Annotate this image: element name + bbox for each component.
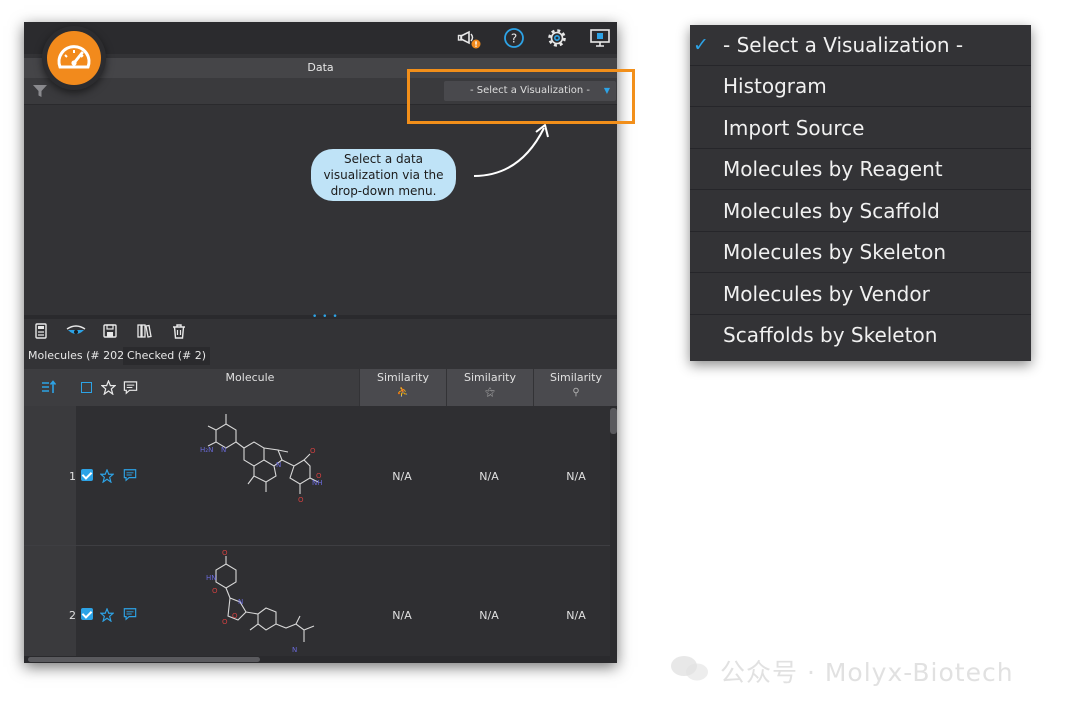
- filter-icon[interactable]: [32, 84, 48, 98]
- row-checkbox[interactable]: [81, 469, 93, 481]
- svg-text:O: O: [222, 549, 228, 557]
- watermark-text: 公众号 · Molyx-Biotech: [720, 658, 1014, 687]
- menu-item-label: Molecules by Vendor: [723, 282, 930, 306]
- scrollbar-thumb[interactable]: [28, 657, 260, 662]
- save-icon[interactable]: [102, 323, 118, 339]
- menu-item-molecules-by-skeleton[interactable]: Molecules by Skeleton: [690, 232, 1031, 273]
- tooltip-line: visualization via the: [323, 168, 444, 182]
- svg-text:O: O: [310, 447, 316, 455]
- checkmark-icon: ✓: [693, 34, 709, 56]
- menu-item-import-source[interactable]: Import Source: [690, 108, 1031, 149]
- announcement-icon[interactable]: [457, 26, 481, 50]
- svg-text:O: O: [232, 612, 238, 620]
- menu-item-molecules-by-scaffold[interactable]: Molecules by Scaffold: [690, 191, 1031, 232]
- sort-icon[interactable]: [41, 380, 57, 394]
- comment-icon[interactable]: [123, 607, 137, 621]
- row-number: 2: [69, 609, 76, 622]
- svg-text:N: N: [221, 446, 226, 454]
- watermark: 公众号 · Molyx-Biotech: [668, 645, 1058, 690]
- menu-item-label: Histogram: [723, 74, 827, 98]
- svg-text:?: ?: [511, 32, 517, 46]
- menu-item-molecules-by-reagent[interactable]: Molecules by Reagent: [690, 149, 1031, 190]
- svg-text:HN: HN: [206, 574, 217, 582]
- menu-item-label: Molecules by Scaffold: [723, 199, 940, 223]
- comment-icon[interactable]: [123, 380, 138, 395]
- svg-text:O: O: [316, 472, 322, 480]
- menu-item-label: Import Source: [723, 116, 865, 140]
- similarity-value: N/A: [479, 470, 499, 483]
- tooltip-line: drop-down menu.: [330, 184, 437, 198]
- svg-text:O: O: [298, 496, 304, 504]
- top-bar: ?: [24, 22, 617, 54]
- svg-text:O: O: [212, 587, 218, 595]
- comment-icon[interactable]: [123, 468, 137, 482]
- highlight-box: [407, 69, 635, 124]
- wechat-icon: [671, 656, 708, 681]
- horizontal-scrollbar[interactable]: [24, 656, 617, 663]
- settings-icon[interactable]: [545, 26, 569, 50]
- callout-tooltip: Select a data visualization via the drop…: [311, 149, 456, 201]
- svg-text:N: N: [292, 646, 297, 654]
- tab-checked[interactable]: Checked (# 2): [123, 347, 210, 365]
- grid-tabs: Molecules (# 202) Checked (# 2): [24, 345, 617, 367]
- svg-text:H₂N: H₂N: [200, 446, 213, 454]
- row-number-cell: [24, 546, 76, 663]
- column-header-similarity-2[interactable]: Similarity ⚝: [446, 369, 533, 406]
- vertical-scrollbar[interactable]: [610, 406, 617, 663]
- row-number: 1: [69, 470, 76, 483]
- menu-item-histogram[interactable]: Histogram: [690, 66, 1031, 107]
- similarity-method-icon: ⛹: [396, 387, 410, 398]
- star-icon[interactable]: [100, 469, 114, 483]
- similarity-value: N/A: [566, 470, 586, 483]
- menu-item-label: Molecules by Skeleton: [723, 240, 947, 264]
- calculator-icon[interactable]: [33, 323, 49, 339]
- star-icon[interactable]: [100, 608, 114, 622]
- similarity-value: N/A: [392, 609, 412, 622]
- help-icon[interactable]: ?: [502, 26, 526, 50]
- table-row[interactable]: 1 H₂N N N O NH O O N/A N/A N/A: [24, 406, 610, 546]
- svg-text:N: N: [276, 461, 281, 469]
- similarity-header-label: Similarity: [549, 371, 602, 384]
- molecule-structure: O HN O N O O N: [206, 549, 315, 654]
- similarity-value: N/A: [566, 609, 586, 622]
- svg-text:O: O: [222, 618, 228, 626]
- similarity-header-label: Similarity: [376, 371, 429, 384]
- similarity-header-label: Similarity: [463, 371, 516, 384]
- select-all-checkbox[interactable]: [81, 382, 92, 393]
- monitor-icon[interactable]: [588, 26, 612, 50]
- menu-item-label: Molecules by Reagent: [723, 157, 943, 181]
- tooltip-line: Select a data: [343, 152, 424, 166]
- eye-icon[interactable]: [66, 323, 86, 339]
- column-header-molecule[interactable]: Molecule: [142, 369, 358, 406]
- similarity-method-icon: ⚲: [572, 387, 580, 398]
- similarity-method-icon: ⚝: [485, 387, 495, 398]
- callout-arrow: [473, 124, 549, 177]
- tab-molecules[interactable]: Molecules (# 202): [24, 347, 132, 365]
- molecule-structure: H₂N N N O NH O O: [200, 414, 323, 504]
- column-header-similarity-1[interactable]: Similarity ⛹: [359, 369, 446, 406]
- similarity-value: N/A: [479, 609, 499, 622]
- grid-header: Molecule Similarity ⛹ Similarity ⚝ Simil…: [24, 369, 617, 406]
- menu-item-select-visualization[interactable]: ✓ - Select a Visualization -: [690, 25, 1031, 66]
- menu-item-scaffolds-by-skeleton[interactable]: Scaffolds by Skeleton: [690, 315, 1031, 356]
- grid-toolbar: [24, 319, 617, 343]
- menu-item-label: - Select a Visualization -: [723, 33, 964, 57]
- similarity-value: N/A: [392, 470, 412, 483]
- visualization-dropdown-menu: ✓ - Select a Visualization - Histogram I…: [690, 25, 1031, 361]
- trash-icon[interactable]: [171, 323, 187, 339]
- library-icon[interactable]: [136, 323, 152, 339]
- column-header-similarity-3[interactable]: Similarity ⚲: [533, 369, 617, 406]
- dashboard-gauge-icon: [47, 31, 101, 85]
- app-logo[interactable]: [42, 26, 106, 90]
- menu-item-label: Scaffolds by Skeleton: [723, 323, 938, 347]
- row-checkbox[interactable]: [81, 608, 93, 620]
- scrollbar-thumb[interactable]: [610, 408, 617, 434]
- svg-text:NH: NH: [312, 479, 323, 487]
- star-icon[interactable]: [101, 380, 116, 395]
- table-row[interactable]: 2 O HN O N O O N N/A N/A N/A: [24, 546, 610, 663]
- menu-item-molecules-by-vendor[interactable]: Molecules by Vendor: [690, 274, 1031, 315]
- svg-text:N: N: [238, 598, 243, 606]
